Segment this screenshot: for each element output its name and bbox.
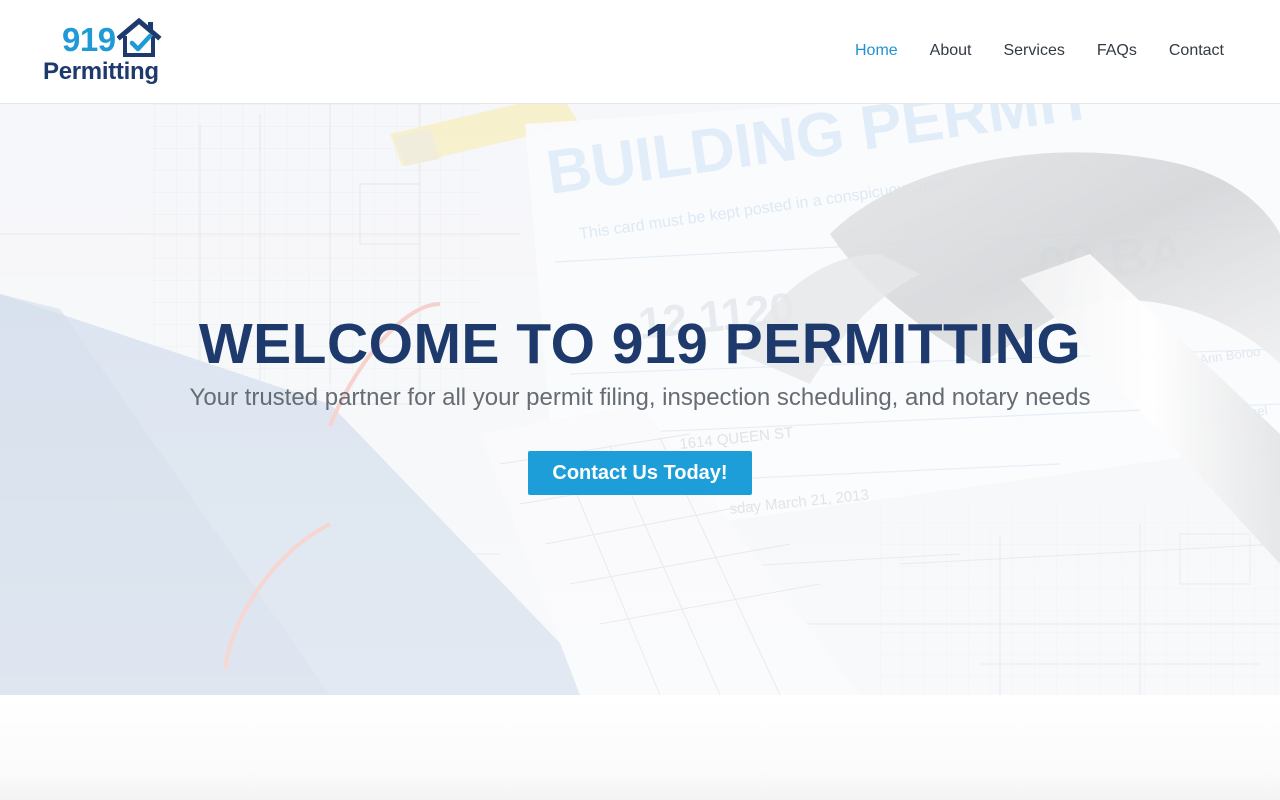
nav-home[interactable]: Home [855,38,898,64]
house-check-icon [117,17,162,57]
site-logo[interactable]: 919 Permitting [43,15,183,90]
hero-subtitle: Your trusted partner for all your permit… [189,384,1091,411]
nav-faqs[interactable]: FAQs [1097,38,1137,64]
next-section [0,695,1280,800]
nav-contact[interactable]: Contact [1169,38,1224,64]
nav-about[interactable]: About [930,38,972,64]
main-nav: Home About Services FAQs Contact [855,38,1224,64]
nav-services[interactable]: Services [1003,38,1064,64]
logo-number: 919 [62,21,116,58]
contact-us-button[interactable]: Contact Us Today! [528,451,752,495]
site-header: 919 Permitting Home About Services FAQs … [0,0,1280,104]
hero-content: WELCOME TO 919 PERMITTING Your trusted p… [0,104,1280,695]
logo-wordmark: Permitting [43,58,159,85]
hero-title: WELCOME TO 919 PERMITTING [198,312,1082,376]
hero-section: BUILDING PERMIT This card must be kept p… [0,104,1280,695]
